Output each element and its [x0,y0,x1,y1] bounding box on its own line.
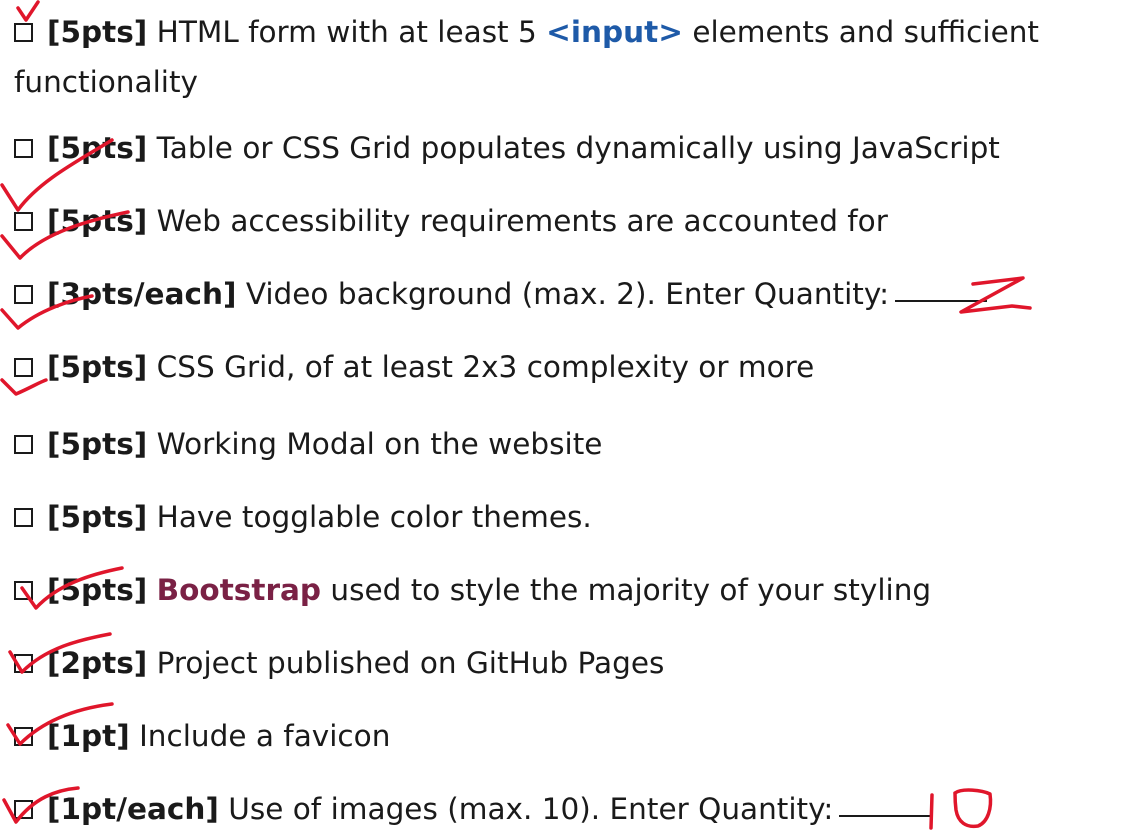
checkbox[interactable] [14,654,33,673]
bootstrap-highlight: Bootstrap [156,573,322,607]
item-text: Working Modal on the website [147,427,603,461]
checkbox[interactable] [14,800,33,819]
checkbox[interactable] [14,581,33,600]
item-text-continuation: functionality [14,65,199,99]
quantity-blank[interactable] [839,815,932,817]
checkbox[interactable] [14,358,33,377]
checkbox[interactable] [14,508,33,527]
points-label: [5pts] [47,131,148,165]
item-text: Use of images (max. 10). Enter Quantity: [218,792,834,826]
item-text: CSS Grid, of at least 2x3 complexity or … [147,350,815,384]
checklist-item: [2pts] Project published on GitHub Pages [14,643,1126,683]
checklist-item: [5pts] HTML form with at least 5 <input>… [14,12,1126,52]
checklist-item: [5pts] Bootstrap used to style the major… [14,570,1126,610]
item-text: Include a favicon [129,719,391,753]
input-tag-highlight: <input> [546,15,683,49]
item-text: used to style the majority of your styli… [321,573,932,607]
checklist-item: [5pts] Have togglable color themes. [14,497,1126,537]
checklist-item: [1pt/each] Use of images (max. 10). Ente… [14,789,1126,829]
points-label: [3pts/each] [47,277,237,311]
points-label: [5pts] [47,15,148,49]
checklist-item: [3pts/each] Video background (max. 2). E… [14,274,1126,314]
quantity-blank[interactable] [895,300,988,302]
checklist-item: [1pt] Include a favicon [14,716,1126,756]
item-text [147,573,156,607]
points-label: [5pts] [47,500,148,534]
points-label: [2pts] [47,646,148,680]
checklist-item: [5pts] Web accessibility requirements ar… [14,201,1126,241]
points-label: [1pt/each] [47,792,219,826]
checklist-item: [5pts] Table or CSS Grid populates dynam… [14,128,1126,168]
points-label: [1pt] [47,719,130,753]
handwritten-marks [0,0,1032,830]
item-text: HTML form with at least 5 [147,15,547,49]
points-label: [5pts] [47,350,148,384]
points-label: [5pts] [47,427,148,461]
item-text: Video background (max. 2). Enter Quantit… [236,277,890,311]
item-text: elements and sufficient [682,15,1039,49]
checklist-item: [5pts] Working Modal on the website [14,424,1126,464]
checkbox[interactable] [14,212,33,231]
checkbox[interactable] [14,23,33,42]
checkbox[interactable] [14,139,33,158]
item-text: Table or CSS Grid populates dynamically … [147,131,1000,165]
points-label: [5pts] [47,204,148,238]
item-text: Web accessibility requirements are accou… [147,204,888,238]
points-label: [5pts] [47,573,148,607]
checklist-item: [5pts] CSS Grid, of at least 2x3 complex… [14,347,1126,387]
checkbox[interactable] [14,435,33,454]
checkbox[interactable] [14,285,33,304]
item-text: Project published on GitHub Pages [147,646,665,680]
item-text: Have togglable color themes. [147,500,592,534]
checkbox[interactable] [14,727,33,746]
